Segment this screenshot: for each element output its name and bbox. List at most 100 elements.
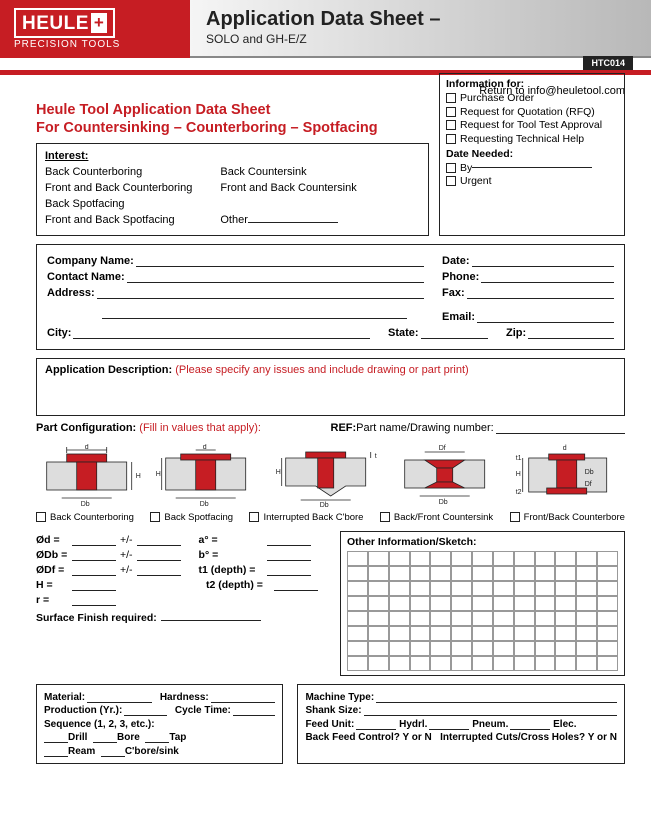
seq-cbore[interactable] <box>101 756 125 757</box>
other-input[interactable] <box>248 222 338 223</box>
t2-input[interactable] <box>274 590 318 591</box>
diagram-front-back-cbore: d H t1 t2 Db Df <box>514 444 625 508</box>
svg-text:d: d <box>562 445 566 452</box>
machine-box: Machine Type: Shank Size: Feed Unit: Hyd… <box>297 684 625 764</box>
page-title: Application Data Sheet – <box>206 8 635 31</box>
city-input[interactable] <box>73 327 370 339</box>
fax-input[interactable] <box>467 287 614 299</box>
svg-text:Df: Df <box>439 445 446 452</box>
company-input[interactable] <box>136 255 424 267</box>
logo-text: HEULE <box>22 13 89 35</box>
logo: HEULE+ PRECISION TOOLS <box>0 0 190 58</box>
hydrl-input[interactable] <box>429 729 469 730</box>
svg-text:t1: t1 <box>515 455 521 462</box>
svg-text:Db: Db <box>584 469 593 476</box>
seq-ream[interactable] <box>44 756 68 757</box>
t1-input[interactable] <box>267 575 311 576</box>
sketch-grid[interactable] <box>347 551 618 671</box>
app-description-box[interactable]: Application Description: (Please specify… <box>36 358 625 416</box>
state-input[interactable] <box>421 327 488 339</box>
page-subtitle: SOLO and GH-E/Z <box>206 32 635 46</box>
sheet-title-1: Heule Tool Application Data Sheet <box>36 101 429 119</box>
interest-header: Interest: <box>45 150 420 162</box>
od-input[interactable] <box>72 545 116 546</box>
sfr-input[interactable] <box>161 620 261 621</box>
h-input[interactable] <box>72 590 116 591</box>
address-line2[interactable] <box>102 307 407 319</box>
r-input[interactable] <box>72 605 116 606</box>
svg-text:Df: Df <box>584 481 591 488</box>
contact-name-input[interactable] <box>127 271 424 283</box>
interest-col1: Back Counterboring Front and Back Counte… <box>45 165 192 229</box>
diagrams-row: d H Db d H Db <box>36 444 625 508</box>
cb-interrupted[interactable] <box>249 512 259 522</box>
cb-back-spot[interactable] <box>150 512 160 522</box>
svg-text:d: d <box>203 444 207 451</box>
svg-text:H: H <box>276 469 281 476</box>
pneum-input[interactable] <box>510 729 550 730</box>
diagram-countersink: Df Db <box>394 444 505 508</box>
info-for-box: Information for: Purchase Order Request … <box>439 73 625 236</box>
ref-input[interactable] <box>496 422 625 434</box>
svg-text:t2: t2 <box>515 489 521 496</box>
header: HEULE+ PRECISION TOOLS Application Data … <box>0 0 651 58</box>
seq-drill[interactable] <box>44 742 68 743</box>
interest-col2: Back Countersink Front and Back Counters… <box>220 165 356 229</box>
odf-tol[interactable] <box>137 575 181 576</box>
checkbox-urgent[interactable] <box>446 176 456 186</box>
cb-fb-cbore[interactable] <box>510 512 520 522</box>
svg-text:H: H <box>156 471 161 478</box>
svg-text:H: H <box>515 471 520 478</box>
plus-icon: + <box>91 13 107 33</box>
date-input[interactable] <box>472 255 614 267</box>
svg-text:H: H <box>136 473 141 480</box>
material-box: Material:Hardness: Production (Yr.):Cycl… <box>36 684 283 764</box>
production-input[interactable] <box>124 715 167 716</box>
contact-box: Company Name: Date: Contact Name: Phone:… <box>36 244 625 350</box>
cycle-input[interactable] <box>233 715 276 716</box>
odf-input[interactable] <box>72 575 116 576</box>
title-band: Application Data Sheet – SOLO and GH-E/Z <box>190 0 651 58</box>
hardness-input[interactable] <box>211 702 276 703</box>
sheet-title-2: For Countersinking – Counterboring – Spo… <box>36 119 429 137</box>
odb-tol[interactable] <box>137 560 181 561</box>
by-date-input[interactable] <box>472 167 592 168</box>
od-tol[interactable] <box>137 545 181 546</box>
checkbox-po[interactable] <box>446 93 456 103</box>
seq-bore[interactable] <box>93 742 117 743</box>
part-config-row: Part Configuration: (Fill in values that… <box>36 422 625 434</box>
svg-text:t: t <box>375 453 377 460</box>
cb-csink[interactable] <box>380 512 390 522</box>
seq-tap[interactable] <box>145 742 169 743</box>
a-input[interactable] <box>267 545 311 546</box>
date-needed-header: Date Needed: <box>446 148 618 160</box>
diagram-interrupted: H t Db <box>275 444 386 508</box>
machine-input[interactable] <box>376 702 617 703</box>
checkbox-rfq[interactable] <box>446 107 456 117</box>
feed-input[interactable] <box>356 729 396 730</box>
dimensions: Ød =+/-a° = ØDb =+/-b° = ØDf =+/-t1 (dep… <box>36 531 326 676</box>
logo-subtitle: PRECISION TOOLS <box>14 39 176 50</box>
diagram-back-spotface: d H Db <box>155 444 266 508</box>
diagram-back-counterbore: d H Db <box>36 444 147 508</box>
svg-text:Db: Db <box>320 502 329 508</box>
email-input[interactable] <box>477 311 614 323</box>
interest-box: Interest: Back Counterboring Front and B… <box>36 143 429 236</box>
odb-input[interactable] <box>72 560 116 561</box>
svg-text:d: d <box>85 444 89 451</box>
checkbox-by[interactable] <box>446 163 456 173</box>
doc-code: HTC014 <box>583 56 633 70</box>
sketch-box: Other Information/Sketch: <box>340 531 625 676</box>
zip-input[interactable] <box>528 327 614 339</box>
checkbox-tech[interactable] <box>446 134 456 144</box>
checkbox-test[interactable] <box>446 120 456 130</box>
svg-text:Db: Db <box>81 501 90 508</box>
b-input[interactable] <box>267 560 311 561</box>
config-checks: Back Counterboring Back Spotfacing Inter… <box>36 512 625 523</box>
phone-input[interactable] <box>481 271 614 283</box>
cb-back-cbore[interactable] <box>36 512 46 522</box>
address-input[interactable] <box>97 287 424 299</box>
shank-input[interactable] <box>364 715 617 716</box>
svg-text:Db: Db <box>439 499 448 506</box>
material-input[interactable] <box>87 702 152 703</box>
